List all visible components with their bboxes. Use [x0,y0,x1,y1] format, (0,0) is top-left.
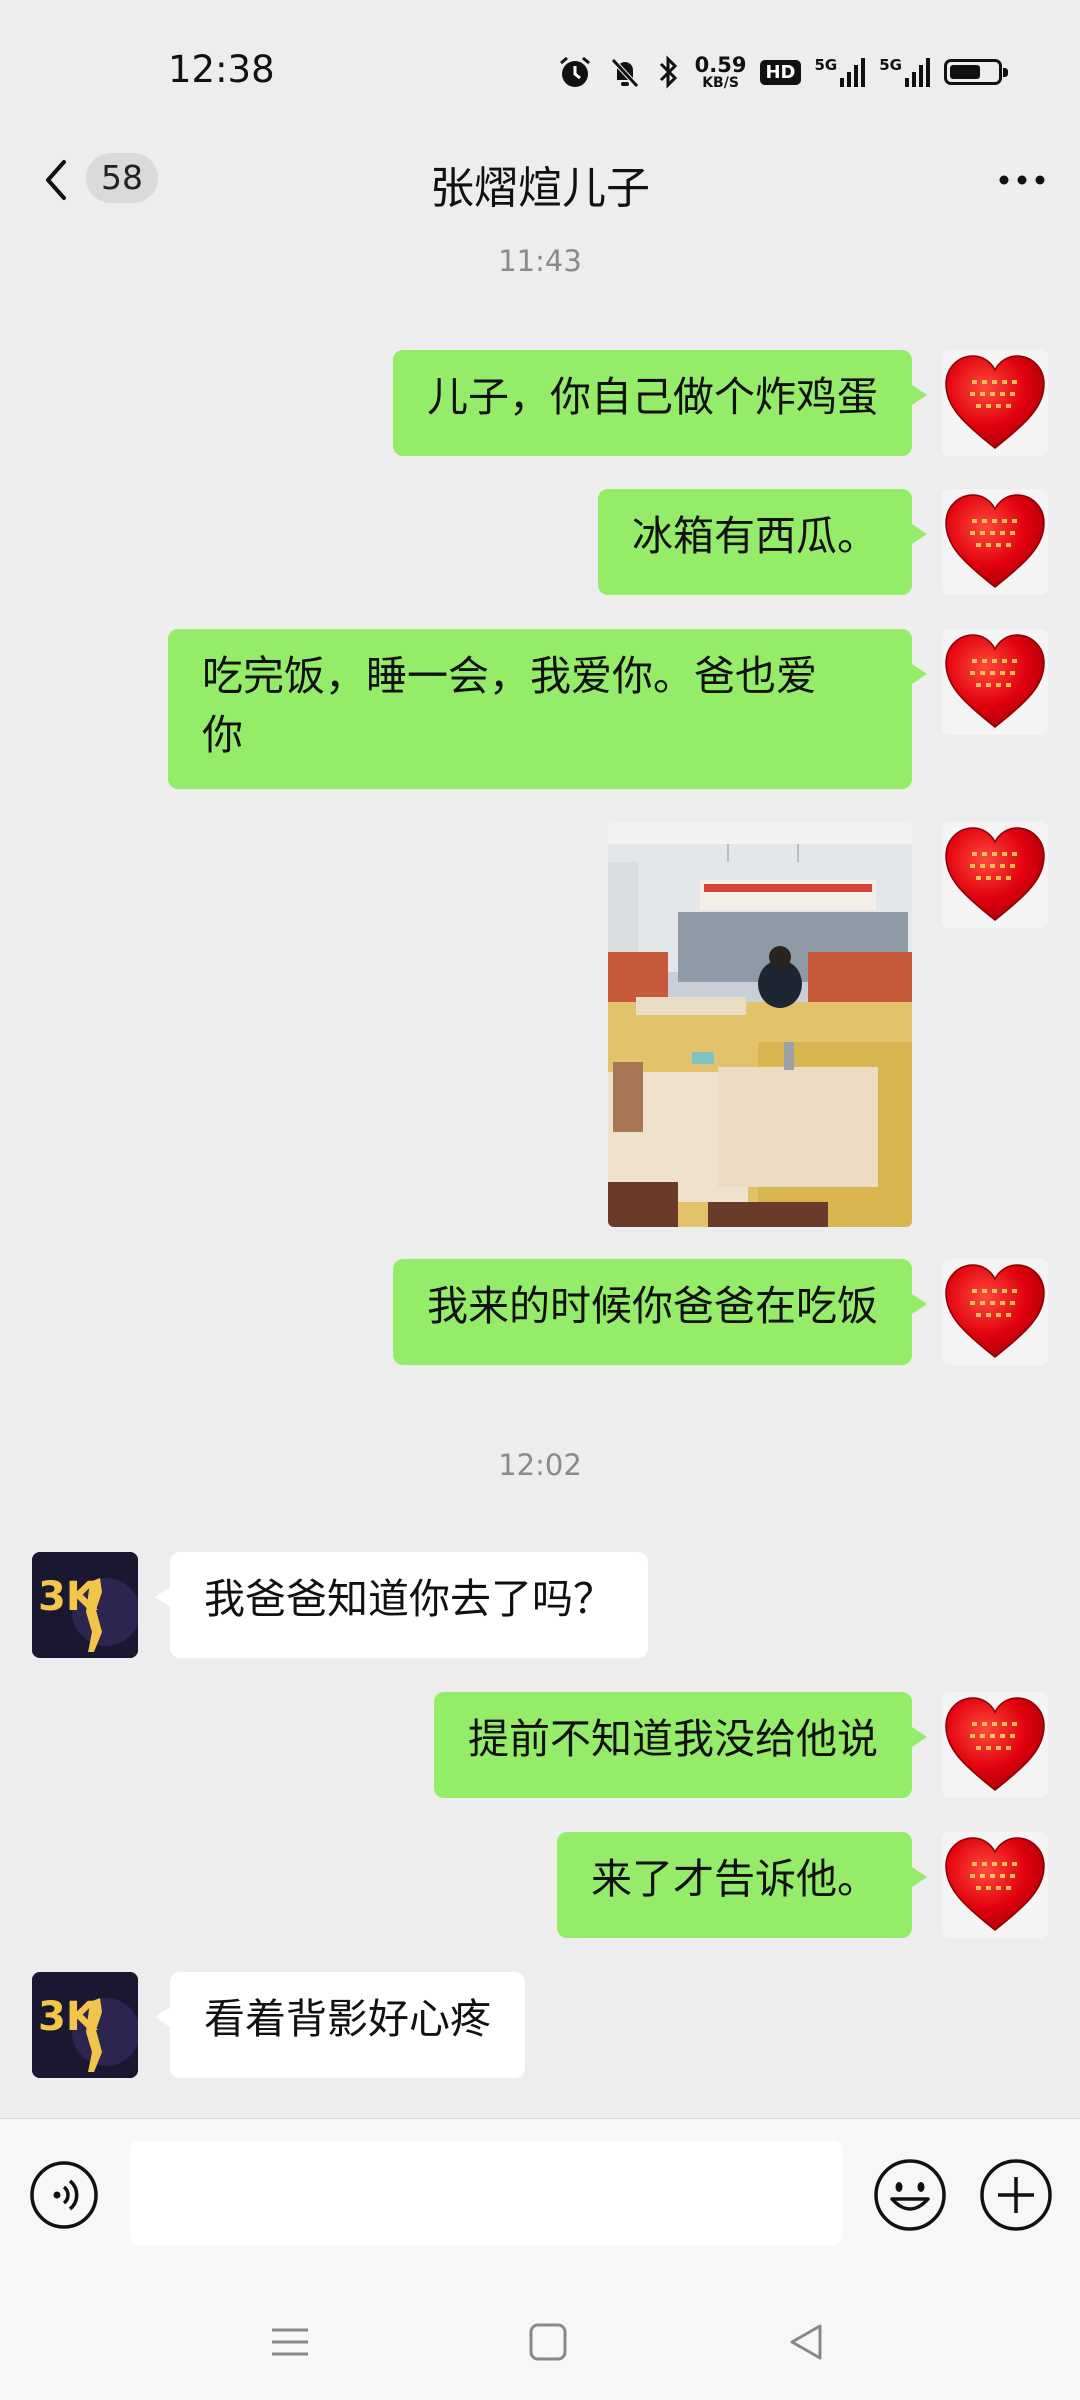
contact-avatar[interactable]: 3K [32,1972,138,2078]
network-speed-value: 0.59 [694,52,747,77]
bluetooth-icon [659,55,677,89]
network-speed-unit: KB/S [702,74,739,91]
network-speed: 0.59 KB/S [694,52,747,91]
battery-cap [1003,68,1008,77]
network-type-label: 5G [879,56,902,74]
my-avatar-heart-icon[interactable] [942,1259,1048,1365]
sent-bubble[interactable]: 我来的时候你爸爸在吃饭 [393,1259,927,1365]
my-avatar-heart-icon[interactable] [942,350,1048,456]
voice-icon[interactable] [28,2159,100,2231]
input-bar [0,2118,1080,2281]
signal-bars-icon [905,58,930,87]
status-bar: 12:38 0.59 KB/S HD 5G 5G [0,0,1080,140]
my-avatar-heart-icon[interactable] [942,822,1048,928]
bubble-line: 吃完饭，睡一会，我爱你。爸也爱 [202,652,817,700]
chat-title: 张熠煊儿子 [430,163,650,214]
signal-bars-icon [840,58,866,87]
plus-icon[interactable] [978,2157,1054,2233]
network-type-label: 5G [814,56,838,74]
sent-bubble[interactable]: 儿子，你自己做个炸鸡蛋 [393,350,927,456]
unread-count-badge[interactable]: 58 [86,153,158,203]
more-dots-icon[interactable] [992,154,1052,206]
timestamp: 12:02 [498,1448,582,1482]
signal-1: 5G [815,56,866,88]
home-square-icon[interactable] [522,2316,574,2368]
battery-icon [944,59,1008,85]
emoji-icon[interactable] [872,2157,948,2233]
avatar-text: 3K [38,1994,99,2040]
contact-avatar[interactable]: 3K [32,1552,138,1658]
sent-bubble[interactable]: 冰箱有西瓜。 [598,489,927,595]
alarm-icon [559,56,590,87]
bubble-line: 你 [202,711,243,759]
avatar-text: 3K [38,1574,99,1620]
menu-icon[interactable] [264,2316,316,2368]
mute-bell-icon [610,58,639,88]
battery-fill [950,65,981,79]
back-chevron-icon[interactable] [34,154,84,206]
sent-photo-restaurant[interactable] [608,822,912,1227]
hd-badge: HD [760,59,801,85]
chat-header: 58 张熠煊儿子 [0,140,1080,220]
system-nav-bar [0,2280,1080,2400]
received-bubble[interactable]: 看着背影好心疼 [155,1972,525,2078]
received-bubble[interactable]: 我爸爸知道你去了吗？ [155,1552,648,1658]
sent-bubble[interactable]: 提前不知道我没给他说 [434,1692,927,1798]
my-avatar-heart-icon[interactable] [942,629,1048,735]
my-avatar-heart-icon[interactable] [942,1832,1048,1938]
message-input[interactable] [130,2141,842,2245]
sent-bubble[interactable]: 来了才告诉他。 [557,1832,927,1938]
status-time: 12:38 [168,48,275,91]
timestamp: 11:43 [498,244,582,278]
signal-2: 5G [879,56,930,88]
my-avatar-heart-icon[interactable] [942,489,1048,595]
my-avatar-heart-icon[interactable] [942,1692,1048,1798]
status-icons: 0.59 KB/S HD 5G 5G [557,50,1008,94]
back-triangle-icon[interactable] [780,2316,832,2368]
sent-bubble[interactable]: 吃完饭，睡一会，我爱你。爸也爱 你 [168,629,927,789]
